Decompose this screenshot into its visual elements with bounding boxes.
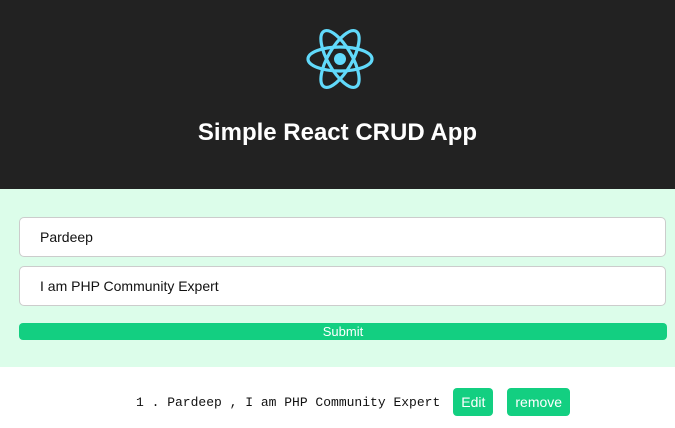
app-header: Simple React CRUD App [0, 0, 675, 189]
crud-form: Submit [0, 189, 675, 367]
react-logo-icon [306, 29, 374, 89]
name-input[interactable] [19, 217, 666, 257]
edit-button[interactable]: Edit [453, 388, 494, 416]
page-title: Simple React CRUD App [197, 119, 478, 146]
list-item-text: 1 . Pardeep , I am PHP Community Expert [136, 394, 441, 410]
list-item: 1 . Pardeep , I am PHP Community Expert … [136, 388, 571, 416]
item-list: 1 . Pardeep , I am PHP Community Expert … [0, 367, 675, 428]
description-input[interactable] [19, 266, 666, 306]
remove-button[interactable]: remove [507, 388, 571, 416]
submit-button[interactable]: Submit [19, 323, 667, 340]
